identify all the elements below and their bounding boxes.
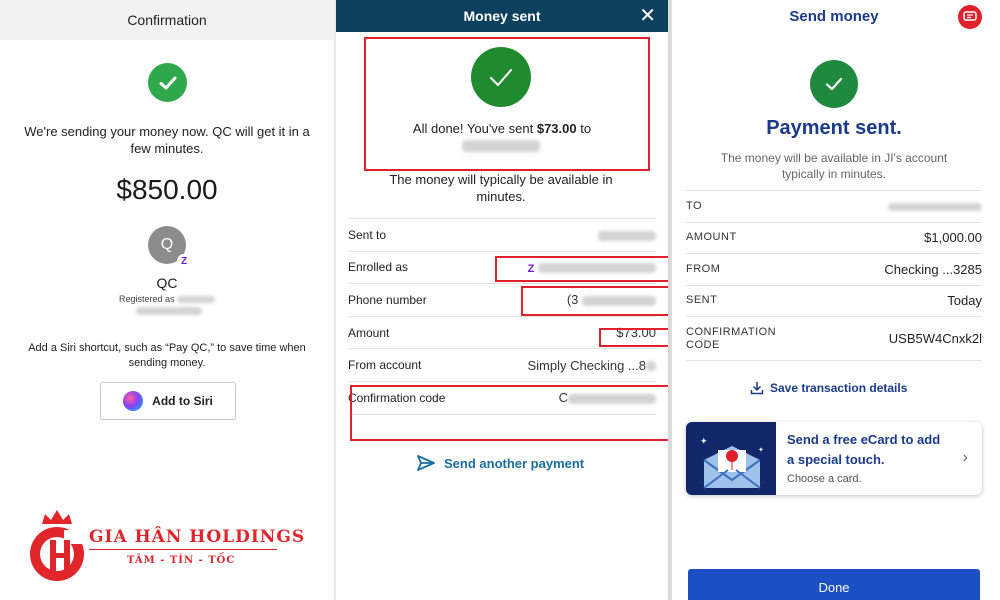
row-label: CONFIRMATION CODE — [686, 325, 777, 351]
availability-text: The money will typically be available in… — [389, 172, 613, 204]
payment-details: TO AMOUNT $1,000.00 FROM Checking ...328… — [686, 190, 982, 361]
redacted-value — [177, 296, 216, 304]
gia-han-logo-icon — [30, 510, 90, 581]
done-button[interactable]: Done — [688, 569, 980, 600]
row-value: USB5W4Cnxk2l — [888, 331, 982, 346]
annotation-box — [521, 286, 668, 316]
detail-row-sent: SENT Today — [686, 284, 982, 317]
detail-row-from-account: From account Simply Checking ...8 — [348, 348, 656, 381]
detail-row-to: TO — [686, 190, 982, 222]
confirmation-panel: Confirmation We're sending your money no… — [0, 0, 334, 600]
annotation-box — [364, 37, 650, 171]
row-label: Phone number — [348, 292, 427, 307]
add-to-siri-button[interactable]: Add to Siri — [100, 382, 236, 420]
row-label: Sent to — [348, 227, 387, 242]
detail-row-confirmation-code: CONFIRMATION CODE USB5W4Cnxk2l — [686, 316, 982, 360]
save-transaction-details-link[interactable]: Save transaction details — [750, 381, 907, 395]
row-value: Today — [947, 293, 982, 309]
sent-amount: $850.00 — [116, 174, 218, 205]
zelle-icon: Z — [177, 254, 191, 268]
panel-divider — [668, 0, 671, 600]
row-label: Enrolled as — [348, 260, 409, 275]
row-label: AMOUNT — [686, 231, 737, 244]
detail-row-from: FROM Checking ...3285 — [686, 253, 982, 285]
row-label: TO — [686, 199, 703, 212]
confirmation-header: Confirmation — [0, 0, 334, 40]
logo-divider — [89, 549, 277, 550]
save-details-label: Save transaction details — [770, 381, 908, 395]
payment-sent-panel: Send money Payment sent. The money will … — [671, 0, 1000, 600]
detail-divider — [686, 360, 982, 361]
avatar-initial: Q — [160, 236, 174, 253]
success-check-icon — [810, 60, 858, 108]
row-label: Amount — [348, 325, 390, 340]
zelle-glyph: Z — [180, 255, 188, 267]
svg-text:✦: ✦ — [700, 437, 708, 447]
send-money-title: Send money — [789, 8, 879, 25]
ecard-subtitle: Choose a card. — [787, 473, 862, 485]
money-sent-title: Money sent — [463, 8, 541, 24]
row-value — [598, 227, 656, 242]
row-label: From account — [348, 358, 422, 373]
ecard-envelope-icon: ✦ ✦ — [686, 422, 776, 495]
download-icon — [750, 382, 764, 395]
detail-row-sent-to: Sent to — [348, 218, 656, 251]
detail-row-amount: AMOUNT $1,000.00 — [686, 221, 982, 254]
redacted-value — [888, 203, 982, 212]
chat-icon[interactable] — [958, 5, 982, 29]
registered-label: Registered as — [118, 294, 175, 304]
success-check-icon — [148, 63, 187, 102]
recipient-name: QC — [156, 275, 178, 291]
row-value: Checking ...3285 — [884, 261, 982, 277]
send-icon — [417, 455, 435, 471]
annotation-box — [495, 256, 668, 282]
confirmation-title: Confirmation — [127, 12, 207, 28]
row-value: Simply Checking ...8 — [527, 357, 656, 373]
send-another-payment-link[interactable]: Send another payment — [416, 454, 584, 472]
send-another-label: Send another payment — [444, 455, 585, 471]
row-value: $1,000.00 — [924, 230, 982, 246]
row-label: SENT — [686, 294, 718, 307]
siri-shortcut-text: Add a Siri shortcut, such as “Pay QC,” t… — [28, 342, 306, 369]
logo-title: GIA HÂN HOLDINGS — [89, 527, 306, 547]
payment-sent-title: Payment sent. — [766, 117, 902, 139]
sending-message: We're sending your money now. QC will ge… — [24, 124, 310, 156]
row-value — [888, 199, 982, 214]
money-sent-panel: Money sent ✕ All done! You've sent $73.0… — [336, 0, 668, 600]
chevron-right-icon: › — [962, 449, 968, 466]
registered-as: Registered as — [0, 294, 334, 304]
redacted-value — [136, 307, 202, 315]
money-sent-header: Money sent ✕ — [336, 0, 668, 32]
account-partial: Simply Checking ...8 — [527, 357, 647, 373]
redacted-value — [646, 361, 656, 372]
add-to-siri-label: Add to Siri — [152, 394, 213, 408]
annotation-box — [599, 328, 668, 347]
svg-text:✦: ✦ — [758, 446, 764, 454]
ecard-promo[interactable]: ✦ ✦ Send a free eCard to add a special t… — [686, 422, 982, 495]
siri-icon — [123, 391, 144, 411]
annotation-box — [350, 385, 668, 441]
payment-sent-subtitle: The money will be available in JI's acco… — [720, 151, 948, 181]
ecard-title: Send a free eCard to add a special touch… — [787, 432, 941, 467]
close-icon[interactable]: ✕ — [639, 3, 656, 28]
row-label: FROM — [686, 262, 721, 275]
redacted-value — [598, 230, 656, 241]
logo-slogan: TÂM - TÍN - TỐC — [127, 555, 236, 566]
